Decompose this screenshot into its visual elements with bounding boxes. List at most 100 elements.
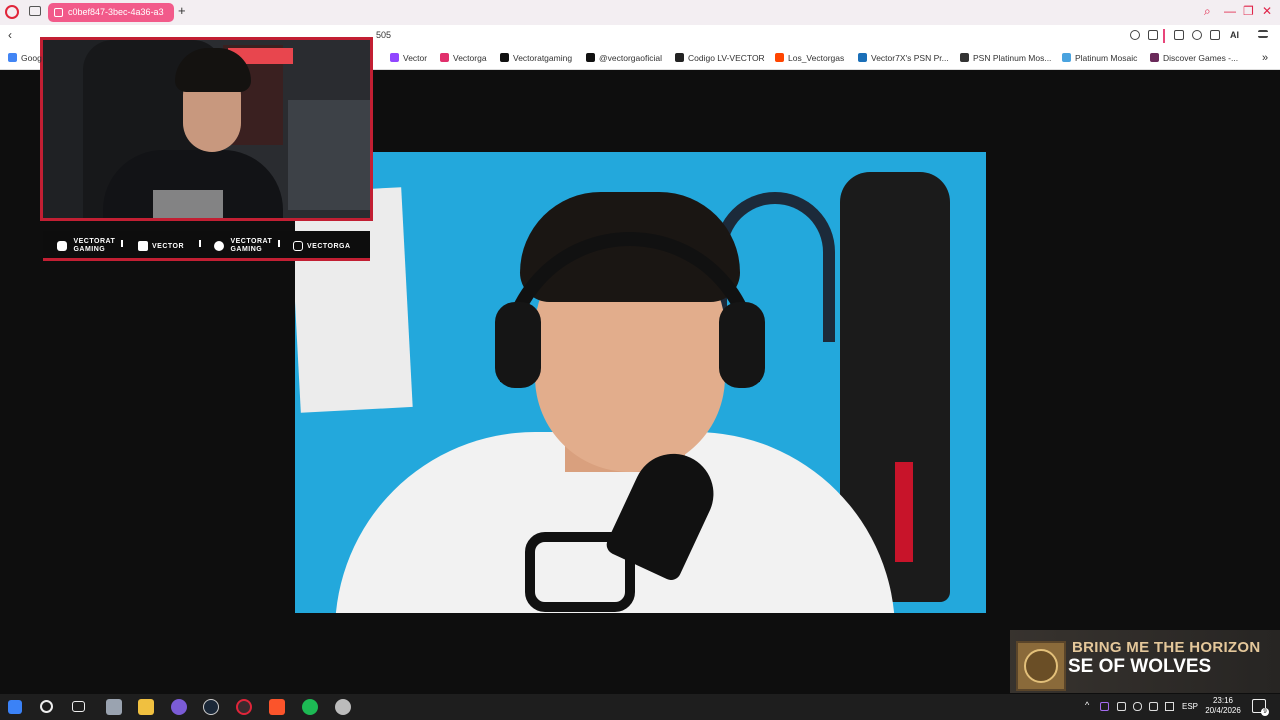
zoom-icon[interactable] — [1130, 30, 1140, 40]
menu-icon[interactable] — [1258, 30, 1268, 38]
task-view-icon[interactable] — [72, 701, 85, 712]
widgets-app-icon[interactable] — [106, 699, 122, 715]
steam-icon[interactable] — [203, 699, 219, 715]
clock-date: 20/4/2026 — [1205, 706, 1241, 715]
new-tab-button[interactable]: + — [178, 3, 186, 18]
taskbar-clock[interactable]: 23:16 20/4/2026 — [1200, 696, 1246, 716]
input-language[interactable]: ESP — [1182, 702, 1198, 711]
bookmark-item[interactable]: Vector7X's PSN Pr... — [858, 53, 949, 63]
social-instagram-label: VECTORGA — [307, 242, 351, 250]
tray-pen-icon[interactable] — [1100, 702, 1109, 711]
bookmark-favicon-icon — [8, 53, 17, 62]
bookmark-item[interactable]: @vectorgaoficial — [586, 53, 662, 63]
tray-volume-icon[interactable] — [1165, 702, 1174, 711]
youtube-icon — [57, 241, 67, 251]
instagram-icon — [293, 241, 303, 251]
social-links-bar: VECTORAT GAMING VECTOR VECTORAT GAMING V… — [43, 231, 370, 261]
streamer-overlay-cam — [40, 37, 373, 221]
back-button[interactable]: ‹ — [8, 28, 12, 42]
wall-poster — [295, 187, 413, 413]
social-twitch: VECTOR — [138, 241, 184, 251]
social-twitter-line2: GAMING — [230, 246, 263, 253]
social-instagram: VECTORGA — [293, 241, 351, 251]
headset-earcup-left — [495, 302, 541, 388]
bookmark-favicon-icon — [858, 53, 867, 62]
bookmark-label: Vector — [403, 53, 428, 63]
bookmarks-more-button[interactable]: » — [1262, 52, 1268, 64]
opera-logo-icon[interactable] — [5, 5, 19, 19]
bookmark-item[interactable]: Vectoratgaming — [500, 53, 572, 63]
tab-favicon-icon — [54, 8, 63, 17]
bookmark-favicon-icon — [1062, 53, 1071, 62]
bookmark-label: Platinum Mosaic — [1075, 53, 1138, 63]
main-webcam — [295, 152, 986, 613]
tab-islands-icon[interactable] — [29, 6, 41, 16]
game-shelf — [288, 100, 370, 210]
extensions-icon[interactable] — [1174, 30, 1184, 40]
social-youtube-line1: VECTORAT — [73, 238, 116, 245]
now-playing-artist: BRING ME THE HORIZON — [1072, 639, 1261, 656]
bookmark-favicon-icon — [960, 53, 969, 62]
close-icon[interactable]: ✕ — [1262, 4, 1272, 18]
social-youtube-line2: GAMING — [73, 246, 106, 253]
bookmark-item[interactable]: Discover Games -... — [1150, 53, 1238, 63]
bookmark-label: Discover Games -... — [1163, 53, 1239, 63]
bookmark-item[interactable]: Platinum Mosaic — [1062, 53, 1137, 63]
separator — [278, 240, 280, 247]
bookmark-label: Vector7X's PSN Pr... — [871, 53, 949, 63]
bookmark-label: Vectorga — [453, 53, 487, 63]
obs-icon[interactable] — [335, 699, 351, 715]
restore-icon[interactable]: ❐ — [1243, 4, 1254, 18]
bookmark-item[interactable]: Vectorga — [440, 53, 487, 63]
now-playing-title: SE OF WOLVES — [1068, 656, 1212, 677]
tray-mic-icon[interactable] — [1133, 702, 1142, 711]
spotify-icon[interactable] — [302, 699, 318, 715]
file-explorer-icon[interactable] — [138, 699, 154, 715]
discord-icon[interactable] — [171, 699, 187, 715]
separator — [121, 240, 123, 247]
search-tabs-icon[interactable]: ⌕ — [1204, 4, 1211, 19]
bookmark-label: Codigo LV-VECTOR — [688, 53, 765, 63]
active-tab[interactable]: c0bef847-3bec-4a36-a3 — [48, 3, 174, 22]
separator — [199, 240, 201, 247]
aria-ai-button[interactable]: AI — [1230, 30, 1239, 40]
tray-overflow-icon[interactable]: ^ — [1085, 700, 1089, 710]
tab-strip — [0, 0, 1280, 25]
bookmark-item[interactable]: Vector — [390, 53, 427, 63]
tray-device-icon[interactable] — [1117, 702, 1126, 711]
brave-icon[interactable] — [269, 699, 285, 715]
snapshot-icon[interactable] — [1148, 30, 1158, 40]
download-icon[interactable] — [1210, 30, 1220, 40]
clock-time: 23:16 — [1212, 696, 1234, 705]
bookmark-label: Los_Vectorgas — [788, 53, 845, 63]
bookmark-favicon-icon — [775, 53, 784, 62]
bookmark-label: Goog — [21, 53, 42, 63]
twitter-icon — [214, 241, 224, 251]
start-menu-icon[interactable] — [8, 700, 22, 714]
bookmark-favicon-icon — [1150, 53, 1159, 62]
search-icon[interactable] — [40, 700, 53, 713]
overlay-shirt-print — [153, 190, 223, 218]
profile-icon[interactable] — [1192, 30, 1202, 40]
album-art-emblem — [1024, 649, 1058, 683]
bookmark-item[interactable]: PSN Platinum Mos... — [960, 53, 1051, 63]
notification-count: 9 — [1261, 708, 1269, 716]
minimize-icon[interactable]: — — [1224, 4, 1236, 18]
social-youtube: VECTORAT GAMING — [57, 238, 115, 254]
bookmark-favicon-icon — [440, 53, 449, 62]
bookmark-item[interactable]: Codigo LV-VECTOR — [675, 53, 765, 63]
headset-earcup-right — [719, 302, 765, 388]
bookmark-label: Vectoratgaming — [513, 53, 573, 63]
notifications-icon[interactable]: 9 — [1252, 699, 1269, 716]
tray-network-icon[interactable] — [1149, 702, 1158, 711]
active-tab-title: c0bef847-3bec-4a36-a3 — [68, 7, 164, 17]
bookmark-item[interactable]: Los_Vectorgas — [775, 53, 844, 63]
social-twitch-label: VECTOR — [152, 242, 185, 250]
bookmark-label: @vectorgaoficial — [599, 53, 662, 63]
bookmark-favicon-icon — [675, 53, 684, 62]
social-twitter-line1: VECTORAT — [230, 238, 273, 245]
bookmark-item[interactable]: Goog — [8, 53, 42, 63]
bookmark-label: PSN Platinum Mos... — [973, 53, 1052, 63]
address-field[interactable]: 505 — [376, 30, 391, 40]
opera-taskbar-icon[interactable] — [236, 699, 252, 715]
